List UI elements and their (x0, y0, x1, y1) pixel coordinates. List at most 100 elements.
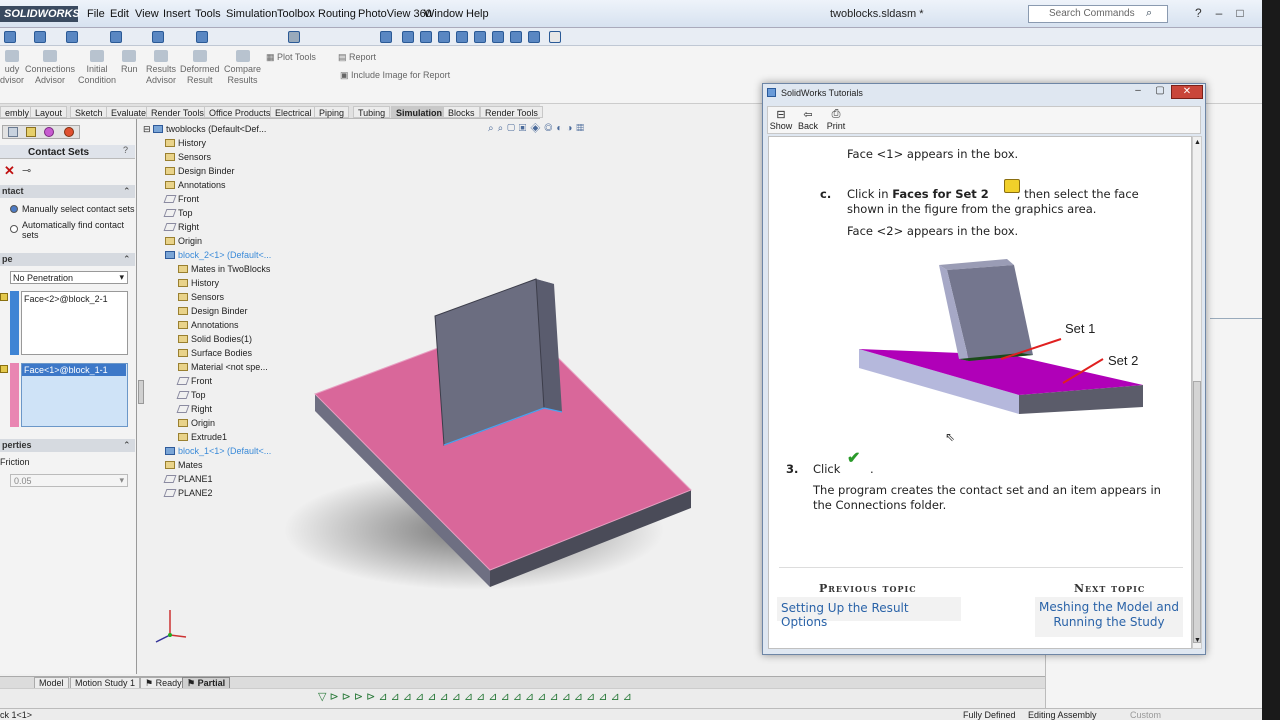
status-editing: Editing Assembly (1028, 710, 1097, 720)
collapse-icon[interactable]: ⌃ (123, 440, 131, 451)
search-icon[interactable]: ⌕ (1146, 7, 1152, 20)
scrollbar-thumb[interactable] (1193, 381, 1201, 643)
tab-office-products[interactable]: Office Products (204, 106, 276, 118)
include-image-button[interactable]: ▣ Include Image for Report (340, 70, 450, 81)
contact-type-select[interactable]: No Penetration ▾ (10, 271, 128, 284)
divider (1210, 318, 1262, 319)
menu-help[interactable]: Help (466, 8, 489, 20)
tab-simulation[interactable]: Simulation (391, 106, 448, 118)
cancel-x-icon[interactable]: ✕ (4, 163, 15, 179)
tree-root[interactable]: ⊟ twoblocks (Default<Def... (143, 124, 266, 135)
deformed-result-button[interactable]: Deformed Result (180, 50, 220, 86)
study-advisor-icon (5, 50, 19, 62)
toolbar-icon[interactable] (196, 31, 208, 43)
radio-manual[interactable] (10, 205, 18, 213)
friction-input[interactable]: 0.05 ▾ (10, 474, 128, 487)
window-controls[interactable]: ?–□ (1195, 6, 1258, 20)
graphics-area[interactable] (144, 140, 760, 675)
tab-sketch[interactable]: Sketch (70, 106, 108, 118)
view-toolbar[interactable]: ⌕⌕▢▣◈◎◐◑▦ (488, 123, 588, 134)
menu-tools[interactable]: Tools (195, 8, 221, 20)
menu-routing[interactable]: Routing (318, 8, 356, 20)
collapse-icon[interactable]: ⌃ (123, 186, 131, 197)
collapse-icon[interactable]: ⌃ (123, 254, 131, 265)
study-icon: ⚑ (145, 678, 156, 688)
toolbar-icon[interactable] (528, 31, 540, 43)
face-set2-item[interactable]: Face<1>@block_1-1 (22, 364, 126, 376)
status-custom[interactable]: Custom (1130, 710, 1161, 720)
section-contact-header[interactable]: ntact (0, 185, 135, 198)
study-icon: ⚑ (187, 678, 198, 688)
solidworks-logo[interactable]: SOLIDWORKS (0, 6, 80, 22)
toolbar-icon[interactable] (456, 31, 468, 43)
show-button[interactable]: ⊟ Show (769, 108, 793, 131)
config-manager-icon[interactable] (44, 127, 54, 137)
report-button[interactable]: ▤ Report (338, 52, 376, 63)
toolbar-icon[interactable] (549, 31, 561, 43)
toolbar-icon[interactable] (402, 31, 414, 43)
menu-photoview[interactable]: PhotoView 360 (358, 8, 432, 20)
face-set1-item[interactable]: Face<2>@block_2-1 (24, 294, 108, 304)
tab-render-tools-2[interactable]: Render Tools (480, 106, 543, 118)
report-icon: ▤ (338, 52, 350, 62)
toolbar-icon[interactable] (66, 31, 78, 43)
next-topic-link[interactable]: Meshing the Model and Running the Study (1035, 597, 1183, 637)
toolbar-icon[interactable] (288, 31, 300, 43)
camera-icon: ▣ (340, 70, 352, 80)
back-button[interactable]: ⇦ Back (796, 108, 820, 131)
feature-manager-icon[interactable] (8, 127, 18, 137)
toolbar-icon[interactable] (4, 31, 16, 43)
sim-toolbar-icons[interactable]: ▽⊳⊳⊳⊳⊿⊿⊿⊿⊿⊿⊿⊿⊿⊿⊿⊿⊿⊿⊿⊿⊿⊿⊿⊿⊿ (318, 690, 635, 703)
toolbar-icon[interactable] (420, 31, 432, 43)
display-manager-icon[interactable] (64, 127, 74, 137)
tab-tubing[interactable]: Tubing (353, 106, 391, 118)
toolbar-icon[interactable] (492, 31, 504, 43)
tab-electrical[interactable]: Electrical (270, 106, 317, 118)
toolbar-icon[interactable] (380, 31, 392, 43)
menu-toolbox[interactable]: Toolbox (277, 8, 315, 20)
scroll-down-icon[interactable]: ▼ (1194, 637, 1201, 644)
toolbar-icon[interactable] (474, 31, 486, 43)
print-button[interactable]: ⎙ Print (824, 108, 848, 131)
toolbar-icon[interactable] (110, 31, 122, 43)
help-icon[interactable]: ? (123, 145, 128, 155)
maximize-button[interactable]: ▢ (1149, 85, 1171, 99)
results-advisor-button[interactable]: Results Advisor (146, 50, 176, 86)
tab-blocks[interactable]: Blocks (443, 106, 480, 118)
connections-advisor-button[interactable]: Connections Advisor (25, 50, 75, 86)
tutorial-scrollbar[interactable]: ▲ ▼ (1192, 136, 1202, 649)
ok-checkmark-icon: ✔ (847, 450, 861, 467)
initial-condition-button[interactable]: Initial Condition (78, 50, 116, 86)
menu-simulation[interactable]: Simulation (226, 8, 277, 20)
section-type-header[interactable]: pe (0, 253, 135, 266)
tab-evaluate[interactable]: Evaluate (106, 106, 152, 118)
pushpin-icon[interactable]: ⊸ (22, 164, 31, 177)
tab-piping[interactable]: Piping (314, 106, 350, 118)
icon-toolbar (0, 28, 1280, 46)
section-properties-header[interactable]: perties (0, 439, 135, 452)
close-button[interactable]: ✕ (1171, 85, 1203, 99)
scroll-up-icon[interactable]: ▲ (1194, 139, 1201, 146)
run-button[interactable]: Run (121, 50, 138, 75)
friction-label: Friction (0, 457, 30, 467)
study-advisor-button[interactable]: udy dvisor (0, 50, 24, 86)
compare-results-button[interactable]: Compare Results (224, 50, 261, 86)
property-manager-icon[interactable] (26, 127, 36, 137)
menu-window[interactable]: Window (424, 8, 463, 20)
tab-layout[interactable]: Layout (30, 106, 68, 118)
previous-topic-link[interactable]: Setting Up the Result Options (777, 597, 961, 629)
tab-assembly[interactable]: embly (0, 106, 35, 118)
minimize-button[interactable]: – (1127, 85, 1149, 99)
plot-tools-button[interactable]: ▦ Plot Tools (266, 52, 316, 63)
toolbar-icon[interactable] (34, 31, 46, 43)
toolbar-icon[interactable] (510, 31, 522, 43)
menu-edit[interactable]: Edit (110, 8, 129, 20)
toolbar-icon[interactable] (438, 31, 450, 43)
tab-render-tools[interactable]: Render Tools (146, 106, 209, 118)
menu-insert[interactable]: Insert (163, 8, 191, 20)
connections-advisor-icon (43, 50, 58, 62)
menu-view[interactable]: View (135, 8, 159, 20)
toolbar-icon[interactable] (152, 31, 164, 43)
menu-file[interactable]: File (87, 8, 105, 20)
radio-auto[interactable] (10, 225, 18, 233)
